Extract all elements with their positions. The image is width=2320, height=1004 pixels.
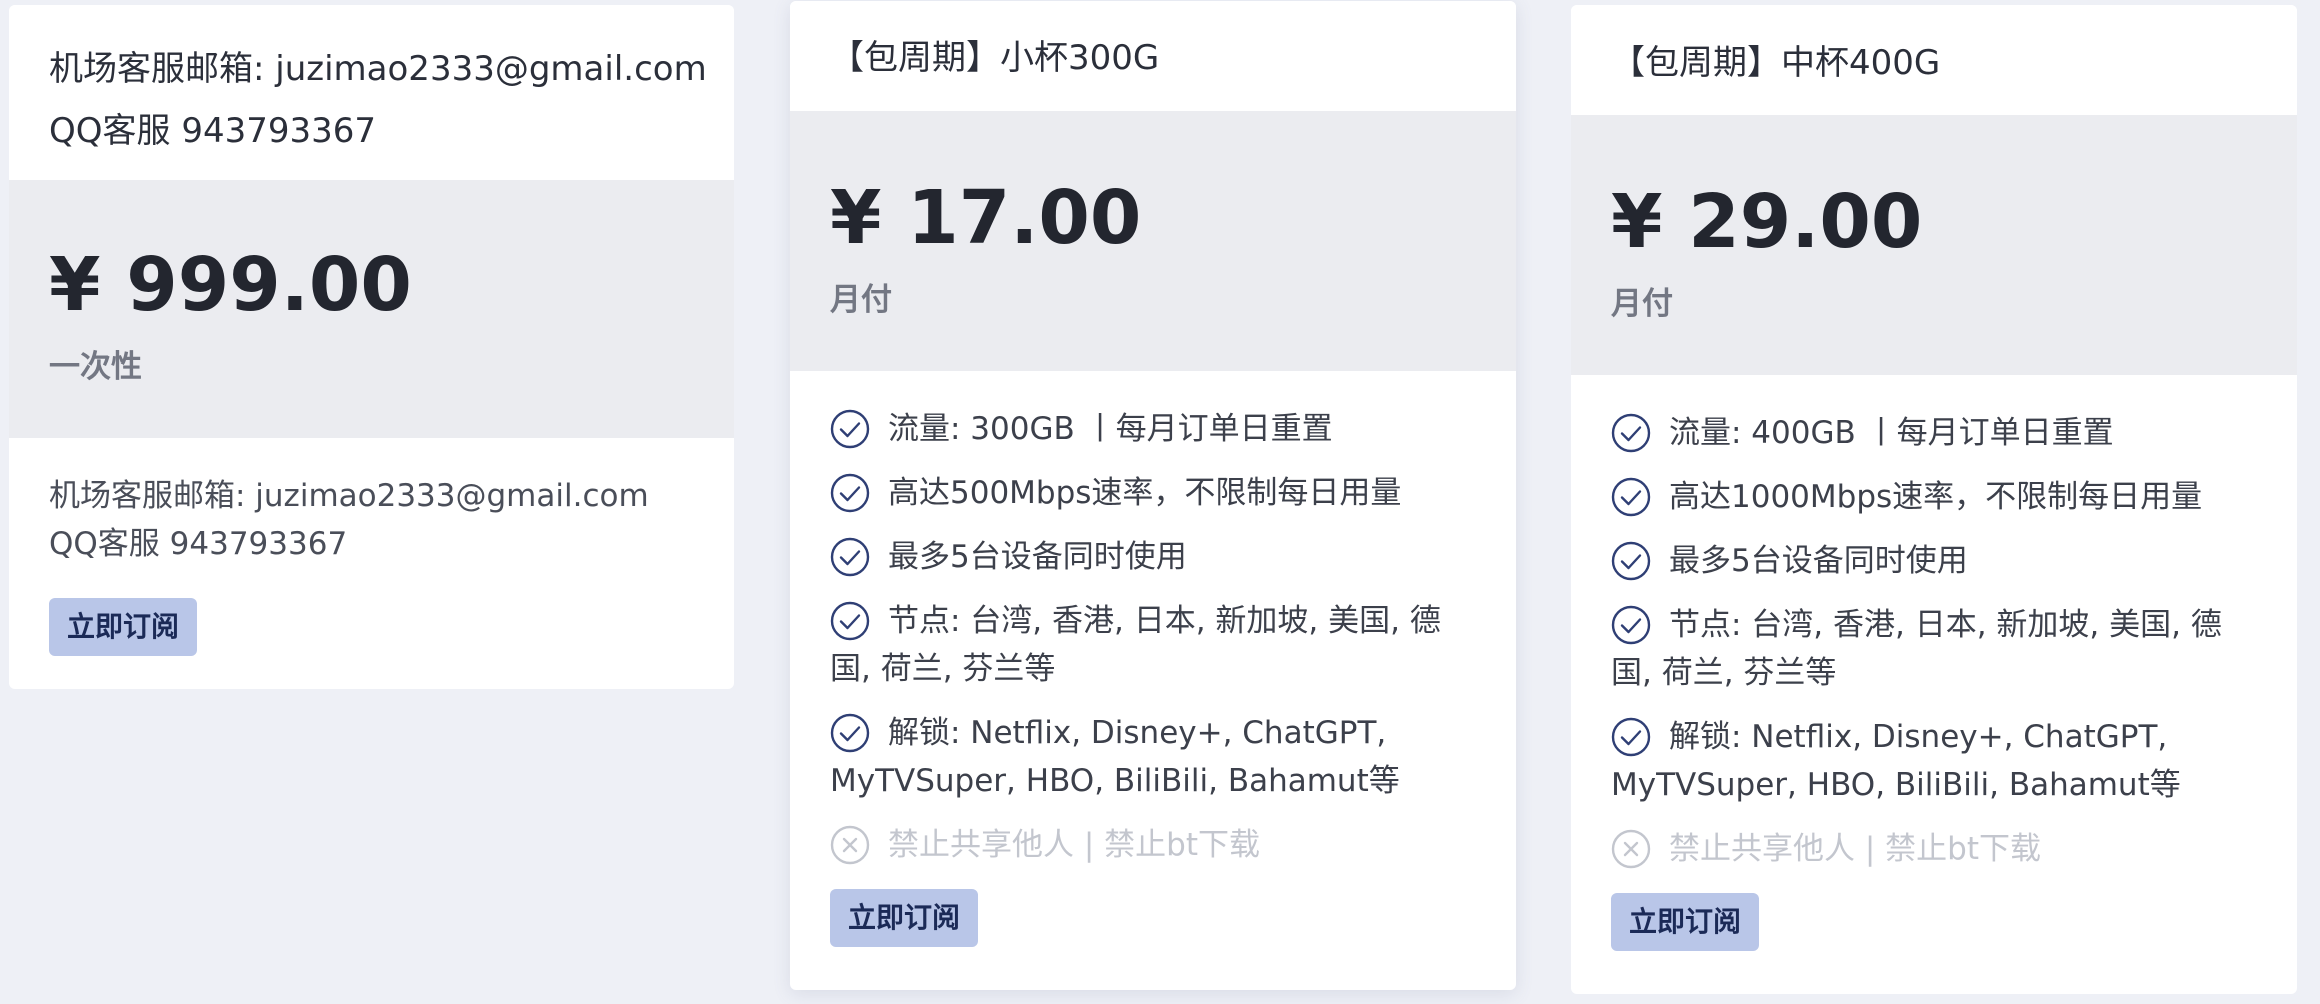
feature-item-disabled: 禁止共享他人 | 禁止bt下载 bbox=[1611, 825, 2257, 873]
feature-text: 高达500Mbps速率，不限制每日用量 bbox=[888, 475, 1402, 511]
check-circle-icon bbox=[1611, 413, 1651, 453]
feature-item: 节点: 台湾, 香港, 日本, 新加坡, 美国, 德国, 荷兰, 芬兰等 bbox=[1611, 601, 2257, 697]
feature-text: 流量: 300GB 丨每月订单日重置 bbox=[888, 411, 1333, 447]
pricing-page: 机场客服邮箱: juzimao2333@gmail.com QQ客服 94379… bbox=[0, 0, 2320, 1004]
feature-text: 流量: 400GB 丨每月订单日重置 bbox=[1669, 415, 2114, 451]
check-circle-icon bbox=[1611, 477, 1651, 517]
check-circle-icon bbox=[1611, 605, 1651, 645]
plan-title-line: 机场客服邮箱: juzimao2333@gmail.com bbox=[49, 49, 707, 89]
check-circle-icon bbox=[1611, 541, 1651, 581]
plan-price: ¥ 29.00 bbox=[1611, 179, 1923, 265]
plan-card-contact: 机场客服邮箱: juzimao2333@gmail.com QQ客服 94379… bbox=[9, 5, 734, 689]
feature-text: 最多5台设备同时使用 bbox=[888, 539, 1187, 575]
feature-text: 解锁: Netflix, Disney+, ChatGPT, MyTVSuper… bbox=[1611, 719, 2181, 803]
check-circle-icon bbox=[830, 601, 870, 641]
plan-price: ¥ 999.00 bbox=[49, 242, 412, 328]
check-circle-icon bbox=[830, 409, 870, 449]
feature-item: 高达1000Mbps速率，不限制每日用量 bbox=[1611, 473, 2257, 521]
feature-item: 最多5台设备同时使用 bbox=[830, 533, 1476, 581]
price-block: ¥ 29.00 月付 bbox=[1571, 115, 2297, 375]
feature-text: 节点: 台湾, 香港, 日本, 新加坡, 美国, 德国, 荷兰, 芬兰等 bbox=[830, 603, 1441, 687]
price-block: ¥ 17.00 月付 bbox=[790, 111, 1516, 371]
plan-description: 机场客服邮箱: juzimao2333@gmail.com QQ客服 94379… bbox=[49, 478, 649, 562]
feature-text: 最多5台设备同时使用 bbox=[1669, 543, 1968, 579]
feature-text: 节点: 台湾, 香港, 日本, 新加坡, 美国, 德国, 荷兰, 芬兰等 bbox=[1611, 607, 2222, 691]
feature-item: 最多5台设备同时使用 bbox=[1611, 537, 2257, 585]
plan-body: 流量: 400GB 丨每月订单日重置高达1000Mbps速率，不限制每日用量 最多… bbox=[1571, 375, 2297, 951]
check-circle-icon bbox=[830, 537, 870, 577]
check-circle-icon bbox=[830, 713, 870, 753]
feature-text: 解锁: Netflix, Disney+, ChatGPT, MyTVSuper… bbox=[830, 715, 1400, 799]
feature-list: 流量: 400GB 丨每月订单日重置高达1000Mbps速率，不限制每日用量 最多… bbox=[1611, 409, 2257, 873]
plan-header: 机场客服邮箱: juzimao2333@gmail.com QQ客服 94379… bbox=[9, 5, 734, 180]
subscribe-button[interactable]: 立即订阅 bbox=[1611, 893, 1760, 951]
plan-card-small-300g: 【包周期】小杯300G ¥ 17.00 月付 流量: 300GB 丨每月订单日重… bbox=[790, 1, 1516, 990]
feature-item: 节点: 台湾, 香港, 日本, 新加坡, 美国, 德国, 荷兰, 芬兰等 bbox=[830, 597, 1476, 693]
feature-item: 解锁: Netflix, Disney+, ChatGPT, MyTVSuper… bbox=[830, 709, 1476, 805]
plan-period: 月付 bbox=[830, 282, 892, 318]
plan-period: 月付 bbox=[1611, 286, 1673, 322]
feature-item: 高达500Mbps速率，不限制每日用量 bbox=[830, 469, 1476, 517]
x-circle-icon bbox=[1611, 829, 1651, 869]
plan-header: 【包周期】中杯400G bbox=[1571, 5, 2297, 115]
plan-header: 【包周期】小杯300G bbox=[790, 1, 1516, 111]
plan-price: ¥ 17.00 bbox=[830, 175, 1142, 261]
feature-item-disabled: 禁止共享他人 | 禁止bt下载 bbox=[830, 821, 1476, 869]
feature-item: 流量: 300GB 丨每月订单日重置 bbox=[830, 405, 1476, 453]
plan-title: 【包周期】中杯400G bbox=[1611, 43, 1941, 83]
feature-item: 流量: 400GB 丨每月订单日重置 bbox=[1611, 409, 2257, 457]
subscribe-button[interactable]: 立即订阅 bbox=[830, 889, 979, 947]
plan-title: 【包周期】小杯300G bbox=[830, 38, 1160, 78]
feature-text: 高达1000Mbps速率，不限制每日用量 bbox=[1669, 479, 2203, 515]
plan-title-line: QQ客服 943793367 bbox=[49, 111, 377, 151]
plan-body: 机场客服邮箱: juzimao2333@gmail.com QQ客服 94379… bbox=[9, 438, 734, 656]
plan-period: 一次性 bbox=[49, 349, 142, 385]
plan-body: 流量: 300GB 丨每月订单日重置高达500Mbps速率，不限制每日用量 最多5… bbox=[790, 371, 1516, 947]
subscribe-button[interactable]: 立即订阅 bbox=[49, 598, 198, 656]
x-circle-icon bbox=[830, 825, 870, 865]
feature-list: 流量: 300GB 丨每月订单日重置高达500Mbps速率，不限制每日用量 最多5… bbox=[830, 405, 1476, 869]
plan-card-medium-400g: 【包周期】中杯400G ¥ 29.00 月付 流量: 400GB 丨每月订单日重… bbox=[1571, 5, 2297, 994]
check-circle-icon bbox=[1611, 717, 1651, 757]
price-block: ¥ 999.00 一次性 bbox=[9, 180, 734, 438]
feature-text: 禁止共享他人 | 禁止bt下载 bbox=[888, 827, 1260, 863]
check-circle-icon bbox=[830, 473, 870, 513]
feature-item: 解锁: Netflix, Disney+, ChatGPT, MyTVSuper… bbox=[1611, 713, 2257, 809]
feature-text: 禁止共享他人 | 禁止bt下载 bbox=[1669, 831, 2041, 867]
